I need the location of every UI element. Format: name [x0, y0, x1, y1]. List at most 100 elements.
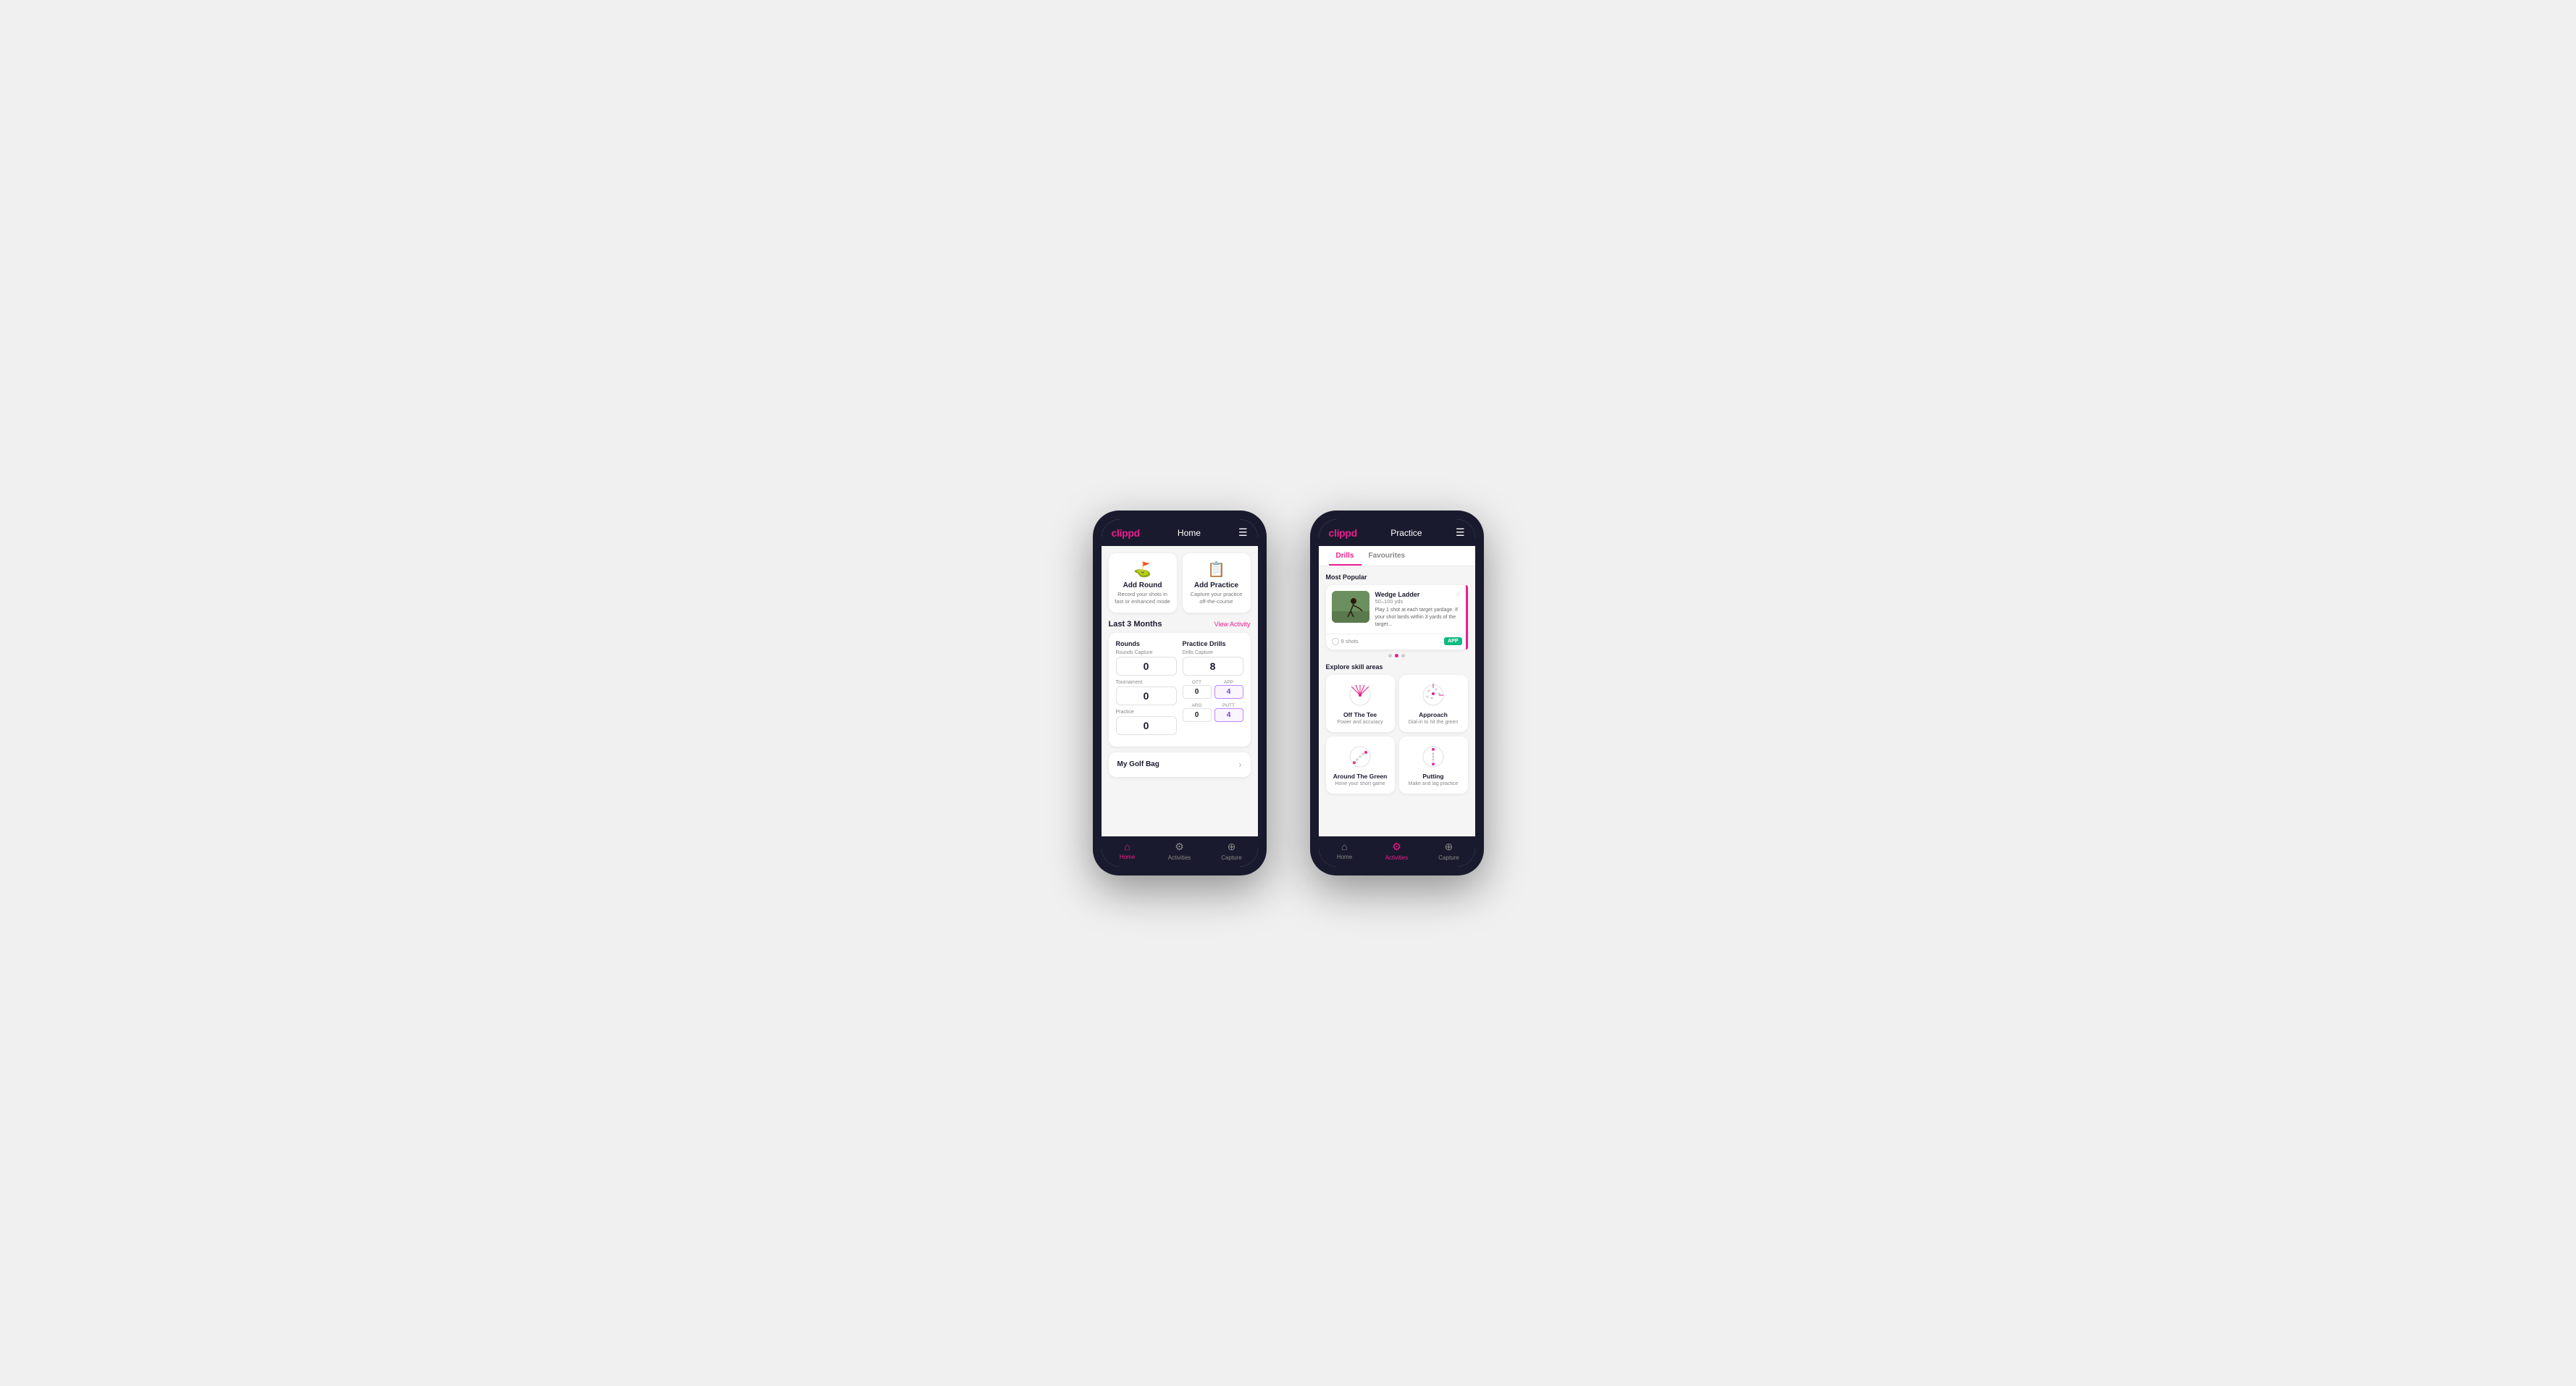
putt-value: 4 — [1214, 708, 1243, 722]
drill-info: Wedge Ladder 50–100 yds ☆ Play 1 shot at… — [1375, 591, 1462, 628]
off-the-tee-name: Off The Tee — [1343, 711, 1377, 718]
home-nav-label: Home — [1120, 854, 1135, 860]
add-round-desc: Record your shots in fast or enhanced mo… — [1115, 591, 1171, 605]
drill-desc: Play 1 shot at each target yardage. If y… — [1375, 607, 1462, 628]
drill-image — [1332, 591, 1369, 623]
drill-card-wrapper: Wedge Ladder 50–100 yds ☆ Play 1 shot at… — [1326, 585, 1468, 650]
tab-drills[interactable]: Drills — [1329, 546, 1362, 566]
rounds-capture-value: 0 — [1116, 657, 1177, 676]
skill-card-approach[interactable]: Approach Dial-in to hit the green — [1399, 675, 1468, 732]
nav-home-2[interactable]: ⌂ Home — [1319, 841, 1371, 861]
mini-stats-row2: ARG 0 PUTT 4 — [1183, 703, 1243, 722]
putting-desc: Make and lag practice — [1409, 781, 1458, 786]
dot-3 — [1401, 654, 1405, 658]
home-screen-content: ⛳ Add Round Record your shots in fast or… — [1102, 546, 1258, 836]
nav-home[interactable]: ⌂ Home — [1102, 841, 1154, 861]
shots-label: 9 shots — [1332, 638, 1359, 645]
practice-value: 0 — [1116, 716, 1177, 735]
add-practice-title: Add Practice — [1194, 581, 1238, 589]
off-the-tee-desc: Power and accuracy — [1337, 720, 1383, 725]
pink-accent-bar — [1466, 585, 1468, 650]
add-round-card[interactable]: ⛳ Add Round Record your shots in fast or… — [1109, 553, 1177, 613]
phone-practice: clippd Practice ☰ Drills Favourites Most… — [1310, 511, 1484, 875]
drill-subtitle: 50–100 yds — [1375, 598, 1420, 605]
most-popular-label: Most Popular — [1326, 574, 1468, 581]
ott-label: OTT — [1183, 680, 1212, 685]
drill-title-row: Wedge Ladder 50–100 yds ☆ — [1375, 591, 1462, 607]
bottom-nav-home: ⌂ Home ⚙ Activities ⊕ Capture — [1102, 836, 1258, 867]
nav-capture[interactable]: ⊕ Capture — [1206, 841, 1258, 861]
app-value: 4 — [1214, 685, 1243, 699]
app-stat: APP 4 — [1214, 680, 1243, 699]
ott-stat: OTT 0 — [1183, 680, 1212, 699]
skill-card-around-the-green[interactable]: Around The Green Hone your short game — [1326, 736, 1395, 794]
capture-nav-icon-2: ⊕ — [1445, 841, 1453, 853]
add-round-title: Add Round — [1123, 581, 1162, 589]
arg-value: 0 — [1183, 708, 1212, 722]
nav-activities[interactable]: ⚙ Activities — [1154, 841, 1206, 861]
practice-screen-content: Most Popular — [1319, 566, 1475, 836]
add-practice-card[interactable]: 📋 Add Practice Capture your practice off… — [1183, 553, 1251, 613]
golf-bag-label: My Golf Bag — [1117, 760, 1159, 768]
menu-icon[interactable]: ☰ — [1238, 526, 1248, 539]
rounds-column: Rounds Rounds Capture 0 Tournament 0 Pra… — [1116, 640, 1177, 739]
add-practice-icon: 📋 — [1207, 560, 1225, 579]
tournament-label: Tournament — [1116, 680, 1177, 685]
dot-1 — [1388, 654, 1392, 658]
app-header-home: clippd Home ☰ — [1102, 519, 1258, 546]
home-nav-label-2: Home — [1337, 854, 1352, 860]
skill-card-off-the-tee[interactable]: Off The Tee Power and accuracy — [1326, 675, 1395, 732]
dot-2 — [1395, 654, 1398, 658]
drill-card[interactable]: Wedge Ladder 50–100 yds ☆ Play 1 shot at… — [1326, 585, 1468, 650]
golf-bag-row[interactable]: My Golf Bag › — [1109, 752, 1251, 777]
dots-indicator — [1326, 654, 1468, 658]
activities-nav-icon-2: ⚙ — [1392, 841, 1401, 853]
drills-capture-label: Drills Capture — [1183, 650, 1243, 655]
tournament-value: 0 — [1116, 686, 1177, 705]
add-practice-desc: Capture your practice off-the-course — [1188, 591, 1245, 605]
activities-nav-label-2: Activities — [1385, 854, 1409, 861]
practice-title: Practice — [1390, 528, 1422, 538]
practice-label: Practice — [1116, 710, 1177, 715]
activities-nav-label: Activities — [1168, 854, 1191, 861]
activities-nav-icon: ⚙ — [1175, 841, 1184, 853]
action-cards-row: ⛳ Add Round Record your shots in fast or… — [1109, 553, 1251, 613]
app-logo-2: clippd — [1329, 527, 1357, 539]
approach-desc: Dial-in to hit the green — [1409, 720, 1458, 725]
arg-stat: ARG 0 — [1183, 703, 1212, 722]
putt-stat: PUTT 4 — [1214, 703, 1243, 722]
nav-activities-2[interactable]: ⚙ Activities — [1371, 841, 1423, 861]
home-nav-icon: ⌂ — [1124, 841, 1130, 852]
off-the-tee-icon — [1344, 682, 1376, 708]
shots-circle-icon — [1332, 638, 1339, 645]
phone-home: clippd Home ☰ ⛳ Add Round Record your sh… — [1093, 511, 1267, 875]
add-round-icon: ⛳ — [1133, 560, 1151, 579]
skill-card-putting[interactable]: Putting Make and lag practice — [1399, 736, 1468, 794]
home-nav-icon-2: ⌂ — [1341, 841, 1347, 852]
bottom-nav-practice: ⌂ Home ⚙ Activities ⊕ Capture — [1319, 836, 1475, 867]
app-badge: APP — [1444, 637, 1461, 645]
drills-column: Practice Drills Drills Capture 8 OTT 0 A… — [1183, 640, 1243, 739]
app-logo: clippd — [1112, 527, 1140, 539]
view-activity-link[interactable]: View Activity — [1214, 621, 1251, 628]
skill-grid: Off The Tee Power and accuracy — [1326, 675, 1468, 794]
app-label: APP — [1214, 680, 1243, 685]
approach-icon — [1417, 682, 1449, 708]
menu-icon-2[interactable]: ☰ — [1456, 526, 1465, 539]
star-icon[interactable]: ☆ — [1456, 591, 1462, 599]
approach-name: Approach — [1419, 711, 1448, 718]
stats-title: Last 3 Months — [1109, 620, 1162, 629]
nav-capture-2[interactable]: ⊕ Capture — [1423, 841, 1475, 861]
mini-stats-row1: OTT 0 APP 4 — [1183, 680, 1243, 699]
drills-capture-value: 8 — [1183, 657, 1243, 676]
chevron-right-icon: › — [1239, 760, 1242, 770]
capture-nav-icon: ⊕ — [1228, 841, 1236, 853]
tab-favourites[interactable]: Favourites — [1362, 546, 1413, 566]
around-the-green-icon — [1344, 744, 1376, 770]
putt-label: PUTT — [1214, 703, 1243, 708]
around-the-green-name: Around The Green — [1333, 773, 1388, 780]
stats-section-header: Last 3 Months View Activity — [1109, 620, 1251, 629]
capture-nav-label-2: Capture — [1438, 854, 1459, 861]
putting-name: Putting — [1422, 773, 1443, 780]
around-the-green-desc: Hone your short game — [1335, 781, 1385, 786]
